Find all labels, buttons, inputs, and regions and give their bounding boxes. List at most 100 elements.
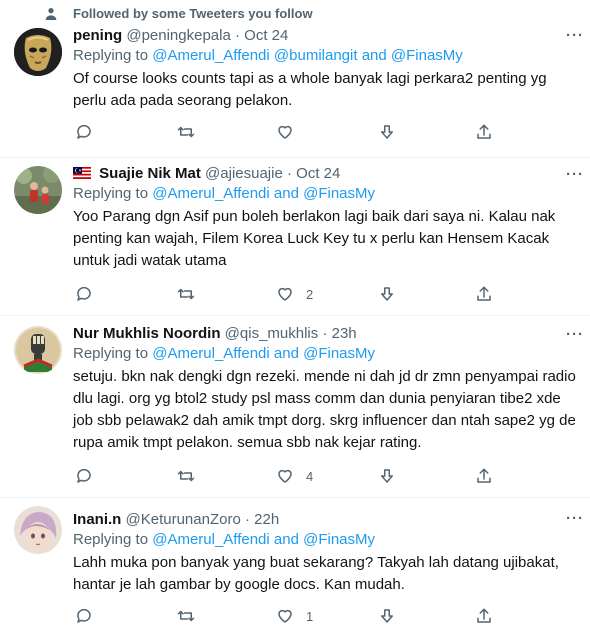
downvote-arrow-icon (381, 609, 393, 623)
replying-label: Replying to (73, 185, 149, 202)
like-button[interactable]: 4 (276, 466, 313, 486)
tweet-actions: 4 (60, 466, 500, 486)
retweet-icon (177, 470, 195, 482)
heart-icon (278, 125, 292, 139)
downvote-button[interactable] (378, 122, 396, 142)
social-context: Followed by some Tweeters you follow (73, 6, 313, 21)
like-count: 2 (306, 286, 314, 302)
timestamp[interactable]: 22h (254, 511, 279, 528)
share-icon (477, 286, 491, 301)
downvote-button[interactable] (378, 466, 396, 486)
avatar-image (14, 28, 62, 76)
avatar-image (14, 326, 62, 374)
share-button[interactable] (475, 606, 493, 626)
retweet-icon (177, 288, 195, 300)
separator-dot: · (235, 27, 240, 44)
user-handle[interactable]: @peningkepala (126, 27, 230, 44)
tweet[interactable]: Nur Mukhlis Noordin @qis_mukhlis · 23h R… (0, 316, 590, 498)
more-options-icon[interactable]: ··· (566, 326, 584, 343)
reply-icon (77, 608, 91, 623)
share-button[interactable] (475, 284, 493, 304)
reply-button[interactable] (75, 122, 93, 142)
replying-label: Replying to (73, 531, 149, 548)
mention-link[interactable]: @Amerul_Affendi (152, 47, 270, 64)
reply-button[interactable] (75, 606, 93, 626)
share-button[interactable] (475, 466, 493, 486)
more-options-icon[interactable]: ··· (566, 166, 584, 183)
heart-icon (278, 469, 292, 483)
display-name[interactable]: pening (73, 27, 122, 44)
avatar[interactable] (14, 28, 62, 76)
avatar[interactable] (14, 506, 62, 554)
downvote-arrow-icon (381, 125, 393, 139)
mention-separator[interactable]: and (274, 531, 299, 548)
reply-button[interactable] (75, 284, 93, 304)
more-options-icon[interactable]: ··· (566, 27, 584, 44)
reply-icon (77, 286, 91, 301)
tweet-text: Of course looks counts tapi as a whole b… (73, 70, 547, 109)
timestamp[interactable]: 23h (332, 325, 357, 342)
tweet-text: Yoo Parang dgn Asif pun boleh berlakon l… (73, 208, 556, 269)
separator-dot: · (322, 325, 328, 342)
timestamp[interactable]: Oct 24 (244, 27, 288, 44)
tweet-actions: 1 (60, 606, 500, 626)
reply-button[interactable] (75, 466, 93, 486)
mention-link[interactable]: @Amerul_Affendi (152, 345, 270, 362)
retweet-button[interactable] (177, 122, 195, 142)
separator-dot: · (244, 511, 250, 528)
like-count: 1 (306, 608, 314, 624)
heart-icon (278, 609, 292, 623)
mention-link[interactable]: @Amerul_Affendi (152, 185, 270, 202)
replying-to: Replying to @Amerul_Affendi and @FinasMy (73, 344, 576, 364)
like-button[interactable] (276, 122, 306, 142)
mention-link[interactable]: @FinasMy (391, 47, 463, 64)
reply-icon (77, 468, 91, 483)
replying-to: Replying to @Amerul_Affendi @bumilangit … (73, 46, 576, 66)
tweet-header: Suajie Nik Mat @ajiesuajie · Oct 24 (73, 164, 576, 184)
display-name[interactable]: Inani.n (73, 511, 121, 528)
mention-link[interactable]: @FinasMy (303, 345, 375, 362)
tweet[interactable]: Suajie Nik Mat @ajiesuajie · Oct 24 Repl… (0, 158, 590, 316)
display-name[interactable]: Nur Mukhlis Noordin (73, 325, 221, 342)
share-icon (477, 608, 491, 623)
mention-link[interactable]: @FinasMy (303, 185, 375, 202)
avatar[interactable] (14, 326, 62, 374)
tweet[interactable]: Inani.n @KeturunanZoro · 22h Replying to… (0, 498, 590, 630)
display-name[interactable]: Suajie Nik Mat (99, 165, 201, 182)
tweet-header: pening @peningkepala · Oct 24 (73, 26, 576, 46)
like-button[interactable]: 1 (276, 606, 313, 626)
retweet-icon (177, 610, 195, 622)
mention-link[interactable]: @bumilangit (274, 47, 358, 64)
downvote-button[interactable] (378, 606, 396, 626)
heart-icon (278, 287, 292, 301)
reply-icon (77, 124, 91, 139)
tweet-header: Nur Mukhlis Noordin @qis_mukhlis · 23h (73, 324, 576, 344)
mention-separator[interactable]: and (274, 345, 299, 362)
share-button[interactable] (475, 122, 493, 142)
retweet-button[interactable] (177, 466, 195, 486)
avatar[interactable] (14, 166, 62, 214)
retweet-button[interactable] (177, 284, 195, 304)
tweet-text: setuju. bkn nak dengki dgn rezeki. mende… (73, 368, 576, 451)
replying-label: Replying to (73, 47, 149, 64)
mention-separator[interactable]: and (362, 47, 387, 64)
mention-link[interactable]: @FinasMy (303, 531, 375, 548)
tweet-actions (60, 122, 500, 142)
like-button[interactable]: 2 (276, 284, 313, 304)
downvote-button[interactable] (378, 284, 396, 304)
mention-separator[interactable]: and (274, 185, 299, 202)
malaysia-flag-icon (73, 167, 91, 179)
timestamp[interactable]: Oct 24 (296, 165, 340, 182)
mention-link[interactable]: @Amerul_Affendi (152, 531, 270, 548)
user-handle[interactable]: @KeturunanZoro (126, 511, 241, 528)
user-handle[interactable]: @qis_mukhlis (225, 325, 319, 342)
share-icon (477, 468, 491, 483)
retweet-icon (177, 126, 195, 138)
retweet-button[interactable] (177, 606, 195, 626)
more-options-icon[interactable]: ··· (566, 510, 584, 527)
share-icon (477, 124, 491, 139)
person-follow-icon (45, 8, 57, 20)
tweet[interactable]: Followed by some Tweeters you follow pen… (0, 0, 590, 158)
user-handle[interactable]: @ajiesuajie (205, 165, 283, 182)
separator-dot: · (287, 165, 292, 182)
